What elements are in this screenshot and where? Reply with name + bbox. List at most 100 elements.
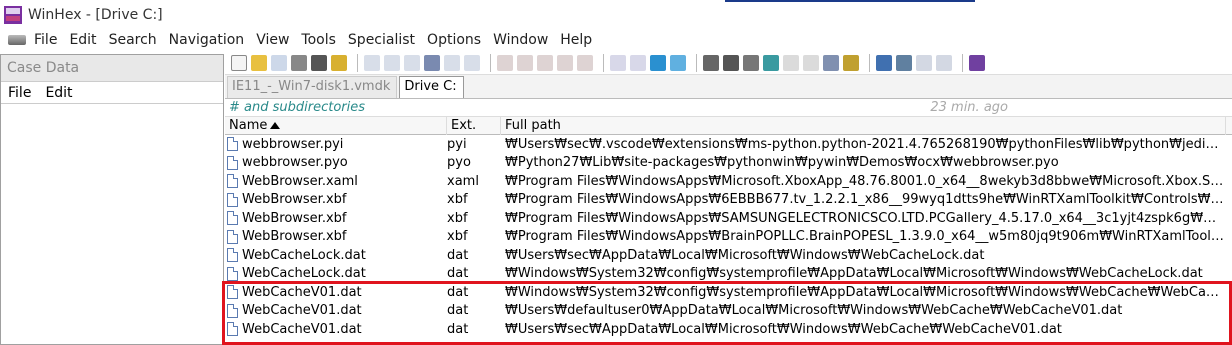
file-icon bbox=[227, 266, 238, 281]
file-name: WebBrowser.xbf bbox=[242, 210, 347, 226]
menu-file[interactable]: File bbox=[28, 32, 63, 48]
find-again-icon[interactable] bbox=[577, 54, 593, 71]
table-row[interactable]: WebBrowser.xaml xaml ₩Program Files₩Window… bbox=[225, 172, 1232, 191]
file-ext: dat bbox=[447, 321, 469, 337]
column-header-ext[interactable]: Ext. bbox=[447, 116, 501, 135]
cut-icon[interactable] bbox=[384, 54, 400, 71]
file-name-cell: WebBrowser.xbf bbox=[225, 229, 447, 244]
goto-sector-icon[interactable] bbox=[630, 54, 646, 71]
column-header-path[interactable]: Full path bbox=[501, 116, 1226, 135]
file-ext: dat bbox=[447, 284, 469, 300]
open-folder-icon[interactable] bbox=[251, 54, 267, 71]
tab-vmdk[interactable]: IE11_-_Win7-disk1.vmdk bbox=[227, 76, 398, 98]
file-icon bbox=[227, 303, 238, 318]
disk-image-icon[interactable] bbox=[743, 54, 759, 71]
column-header-name[interactable]: Name bbox=[225, 116, 447, 135]
table-row[interactable]: WebCacheV01.dat dat ₩Windows₩System32₩conf… bbox=[225, 283, 1232, 302]
prev-icon[interactable] bbox=[916, 54, 932, 71]
find-hex-icon[interactable] bbox=[517, 54, 533, 71]
file-ext: xaml bbox=[447, 173, 479, 189]
menu-edit[interactable]: Edit bbox=[63, 32, 102, 48]
info-bar: # and subdirectories 23 min. ago bbox=[225, 99, 1232, 117]
undo-icon[interactable] bbox=[364, 54, 380, 71]
main-area: IE11_-_Win7-disk1.vmdk Drive C: # and su… bbox=[225, 51, 1232, 345]
forward-arrow-icon[interactable] bbox=[670, 54, 686, 71]
column-headers: Name Ext. Full path bbox=[225, 116, 1232, 135]
table-row[interactable]: WebBrowser.xbf xbf ₩Program Files₩WindowsA… bbox=[225, 228, 1232, 247]
menu-tools[interactable]: Tools bbox=[295, 32, 342, 48]
file-ext: xbf bbox=[447, 229, 468, 245]
file-name-cell: webbrowser.pyo bbox=[225, 155, 447, 170]
replace-hex-icon[interactable] bbox=[557, 54, 573, 71]
case-menu-file[interactable]: File bbox=[1, 85, 38, 101]
menu-window[interactable]: Window bbox=[487, 32, 554, 48]
file-path: ₩Program Files₩WindowsApps₩BrainPOPLLC.B… bbox=[505, 229, 1226, 245]
file-name-cell: WebBrowser.xaml bbox=[225, 174, 447, 189]
disk-icon bbox=[8, 35, 26, 45]
help-book-icon[interactable] bbox=[969, 54, 985, 71]
file-icon bbox=[227, 322, 238, 337]
file-name: WebBrowser.xbf bbox=[242, 192, 347, 208]
disk-tools-icon[interactable] bbox=[703, 54, 719, 71]
file-path: ₩Python27₩Lib₩site-packages₩pythonwin₩py… bbox=[505, 155, 1059, 171]
table-row[interactable]: WebCacheV01.dat dat ₩Users₩defaultuser0₩Ap… bbox=[225, 302, 1232, 321]
title-bar: WinHex - [Drive C:] bbox=[0, 0, 1232, 29]
window-title: WinHex - [Drive C:] bbox=[28, 6, 163, 23]
file-name-cell: WebBrowser.xbf bbox=[225, 192, 447, 207]
grid-view-icon[interactable] bbox=[896, 54, 912, 71]
paste-block-icon[interactable] bbox=[444, 54, 460, 71]
file-name: WebCacheV01.dat bbox=[242, 321, 362, 337]
hash-icon[interactable] bbox=[783, 54, 799, 71]
toolbar-separator bbox=[869, 53, 870, 72]
file-name-cell: webbrowser.pyi bbox=[225, 137, 447, 152]
winhex-logo-icon bbox=[4, 5, 22, 24]
menu-view[interactable]: View bbox=[250, 32, 295, 48]
open-disk-icon[interactable] bbox=[331, 54, 347, 71]
subdirectories-label: # and subdirectories bbox=[229, 100, 366, 115]
file-path: ₩Users₩sec₩.vscode₩extensions₩ms-python.… bbox=[505, 136, 1226, 152]
specialist-icon[interactable] bbox=[823, 54, 839, 71]
file-path: ₩Program Files₩WindowsApps₩SAMSUNGELECTR… bbox=[505, 210, 1226, 226]
file-path: ₩Users₩sec₩AppData₩Local₩Microsoft₩Windo… bbox=[505, 321, 1062, 337]
menu-options[interactable]: Options bbox=[421, 32, 487, 48]
properties-icon[interactable] bbox=[311, 54, 327, 71]
print-icon[interactable] bbox=[291, 54, 307, 71]
save-icon[interactable] bbox=[271, 54, 287, 71]
disk-clone-icon[interactable] bbox=[723, 54, 739, 71]
file-name: WebCacheLock.dat bbox=[242, 266, 366, 282]
goto-offset-icon[interactable] bbox=[610, 54, 626, 71]
table-row[interactable]: webbrowser.pyo pyo ₩Python27₩Lib₩site-pack… bbox=[225, 154, 1232, 173]
menu-search[interactable]: Search bbox=[103, 32, 163, 48]
tab-drive-c[interactable]: Drive C: bbox=[399, 76, 464, 98]
menu-navigation[interactable]: Navigation bbox=[163, 32, 251, 48]
file-name-cell: WebBrowser.xbf bbox=[225, 211, 447, 226]
back-arrow-icon[interactable] bbox=[650, 54, 666, 71]
new-file-icon[interactable] bbox=[231, 54, 247, 71]
analyze-icon[interactable] bbox=[803, 54, 819, 71]
menu-help[interactable]: Help bbox=[554, 32, 598, 48]
table-row[interactable]: WebBrowser.xbf xbf ₩Program Files₩WindowsA… bbox=[225, 191, 1232, 210]
case-data-header: Case Data bbox=[1, 55, 223, 82]
table-row[interactable]: WebCacheV01.dat dat ₩Users₩sec₩AppData₩Loc… bbox=[225, 320, 1232, 339]
next-icon[interactable] bbox=[936, 54, 952, 71]
calculator-icon[interactable] bbox=[763, 54, 779, 71]
view-mode-icon[interactable] bbox=[876, 54, 892, 71]
case-menu-edit[interactable]: Edit bbox=[38, 85, 79, 101]
table-row[interactable]: webbrowser.pyi pyi ₩Users₩sec₩.vscode₩exte… bbox=[225, 135, 1232, 154]
file-icon bbox=[227, 211, 238, 226]
table-row[interactable]: WebCacheLock.dat dat ₩Windows₩System32₩con… bbox=[225, 265, 1232, 284]
file-path: ₩Windows₩System32₩config₩systemprofile₩A… bbox=[505, 266, 1203, 282]
file-ext: pyi bbox=[447, 136, 467, 152]
table-row[interactable]: WebBrowser.xbf xbf ₩Program Files₩WindowsA… bbox=[225, 209, 1232, 228]
paste-icon[interactable] bbox=[424, 54, 440, 71]
copy-sector-icon[interactable] bbox=[464, 54, 480, 71]
file-name: webbrowser.pyo bbox=[242, 155, 348, 171]
copy-icon[interactable] bbox=[404, 54, 420, 71]
tab-bar: IE11_-_Win7-disk1.vmdk Drive C: bbox=[225, 75, 1232, 99]
replace-text-icon[interactable] bbox=[537, 54, 553, 71]
file-name-cell: WebCacheLock.dat bbox=[225, 248, 447, 263]
gear-icon[interactable] bbox=[843, 54, 859, 71]
find-text-icon[interactable] bbox=[497, 54, 513, 71]
menu-specialist[interactable]: Specialist bbox=[342, 32, 421, 48]
table-row[interactable]: WebCacheLock.dat dat ₩Users₩sec₩AppData₩Lo… bbox=[225, 246, 1232, 265]
